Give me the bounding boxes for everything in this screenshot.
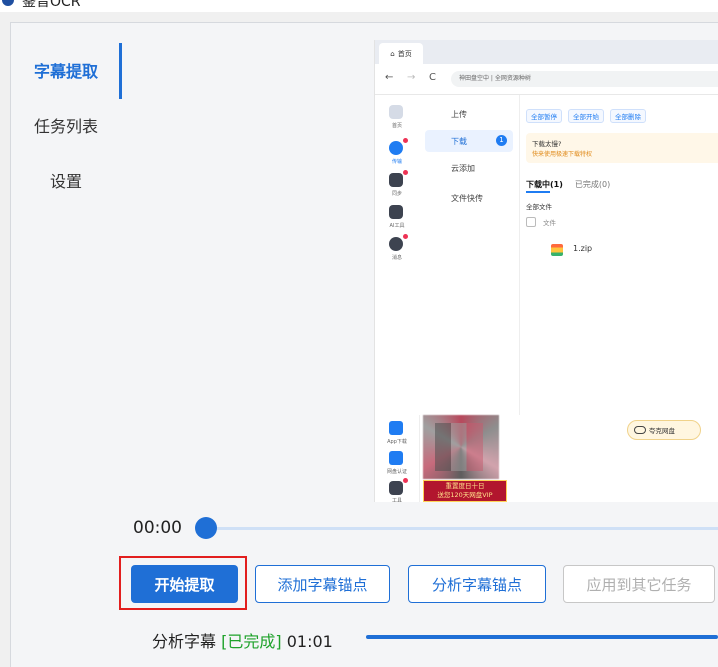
- message-icon: [389, 237, 403, 251]
- menu-file-transfer: 文件快传: [425, 187, 513, 209]
- sidebar-item-label: 设置: [49, 172, 82, 191]
- rail-label: 首页: [391, 123, 402, 129]
- timeline-slider[interactable]: [205, 527, 718, 530]
- quark-drive-pill: 夸克网盘: [627, 420, 701, 440]
- tab-completed: 已完成(0): [574, 180, 611, 189]
- title-bar: 鉴音OCR: [0, 0, 718, 12]
- file-column-header: 文件: [543, 219, 556, 227]
- browser-tab-label: 首页: [397, 49, 412, 58]
- file-name: 1.zip: [573, 244, 593, 253]
- sidebar-item-label: 字幕提取: [33, 62, 98, 81]
- notification-dot: [403, 138, 408, 143]
- sync-icon: [389, 173, 403, 187]
- current-time: 00:00: [133, 518, 182, 538]
- drive-home-icon: [389, 105, 403, 119]
- tab-downloading: 下载中(1): [526, 180, 563, 189]
- menu-label: 云添加: [451, 163, 475, 173]
- app-logo-icon: [2, 0, 14, 6]
- browser-tab: ⌂ 首页: [379, 43, 423, 64]
- back-icon: ←: [385, 72, 394, 83]
- rail-label: AI工具: [389, 223, 405, 229]
- forward-icon: →: [407, 72, 416, 83]
- pause-all: 全部暂停: [526, 109, 562, 123]
- tip-title: 下载太慢?: [532, 140, 562, 148]
- tab-underline: [526, 191, 550, 193]
- ai-tools-icon: [389, 205, 403, 219]
- download-tabs: 下载中(1) 已完成(0): [526, 179, 610, 190]
- menu-download: 下载 1: [425, 130, 513, 152]
- analysis-progress-bar: [366, 635, 718, 639]
- sidebar-item-label: 任务列表: [33, 117, 98, 136]
- sidebar-item-task-list[interactable]: 任务列表: [10, 105, 122, 145]
- window-title: 鉴音OCR: [22, 0, 81, 10]
- video-preview: ⌂ 首页 ← → C 神田盘空中 | 全网资源种树 首页 传输 同步 AI工具 …: [374, 40, 718, 502]
- home-icon: ⌂: [390, 49, 395, 58]
- menu-upload: 上传: [425, 103, 513, 125]
- browser-tab-bar: ⌂ 首页: [375, 40, 718, 64]
- drive-transfer-menu: 上传 下载 1 云添加 文件快传: [419, 95, 520, 415]
- bulk-actions: 全部暂停 全部开始 全部删除: [526, 109, 646, 123]
- status-label: 分析字幕: [152, 632, 217, 651]
- menu-label: 上传: [451, 109, 467, 119]
- rail-label: 消息: [391, 255, 402, 261]
- quark-label: 夸克网盘: [649, 427, 675, 435]
- rail-label: 同步: [391, 191, 402, 197]
- apply-to-other-tasks-button[interactable]: 应用到其它任务: [563, 565, 715, 603]
- sidebar-item-settings[interactable]: 设置: [10, 160, 122, 200]
- rail-label: 传输: [391, 159, 402, 165]
- all-files-label: 全部文件: [526, 203, 552, 211]
- add-anchor-button[interactable]: 添加字幕锚点: [255, 565, 390, 603]
- reload-icon: C: [429, 72, 436, 83]
- promo-line-2: 送您120天网盘VIP: [437, 491, 493, 499]
- cloud-icon: [634, 426, 646, 434]
- start-extract-button[interactable]: 开始提取: [131, 565, 238, 603]
- promo-line-1: 重置度日十日: [445, 482, 485, 490]
- sidebar: 字幕提取 任务列表 设置: [10, 22, 122, 666]
- menu-cloud-add: 云添加: [425, 157, 513, 179]
- status-state: [已完成]: [221, 632, 282, 651]
- delete-all: 全部删除: [610, 109, 646, 123]
- download-count-badge: 1: [496, 135, 507, 146]
- url-text: 神田盘空中 | 全网资源种树: [459, 75, 531, 82]
- menu-label: 文件快传: [451, 193, 483, 203]
- browser-nav-bar: ← → C 神田盘空中 | 全网资源种树: [375, 64, 718, 95]
- transfer-icon: [389, 141, 403, 155]
- browser-url-bar: 神田盘空中 | 全网资源种树: [451, 71, 718, 87]
- notification-dot: [403, 170, 408, 175]
- vip-promo-banner: 重置度日十日 送您120天网盘VIP: [423, 480, 507, 502]
- pixelated-overlay: [435, 423, 483, 471]
- active-nav-indicator: [119, 43, 122, 99]
- menu-label: 下载: [451, 136, 467, 146]
- status-time: 01:01: [286, 632, 333, 651]
- start-all: 全部开始: [568, 109, 604, 123]
- analysis-status: 分析字幕 [已完成] 01:01: [152, 628, 333, 652]
- analyze-anchor-button[interactable]: 分析字幕锚点: [408, 565, 546, 603]
- timeline-slider-handle[interactable]: [195, 517, 217, 539]
- tip-subtitle: 快来使用极速下载特权: [532, 151, 593, 158]
- promo-area: 重置度日十日 送您120天网盘VIP: [375, 415, 519, 502]
- sidebar-item-subtitle-extract[interactable]: 字幕提取: [10, 50, 122, 90]
- drive-download-panel: 全部暂停 全部开始 全部删除 下载太慢? 快来使用极速下载特权 下载中(1) 已完…: [520, 95, 718, 502]
- zip-file-icon: [551, 244, 563, 256]
- speed-tip-banner: 下载太慢? 快来使用极速下载特权: [526, 133, 718, 163]
- select-all-checkbox: [526, 217, 536, 227]
- notification-dot: [403, 234, 408, 239]
